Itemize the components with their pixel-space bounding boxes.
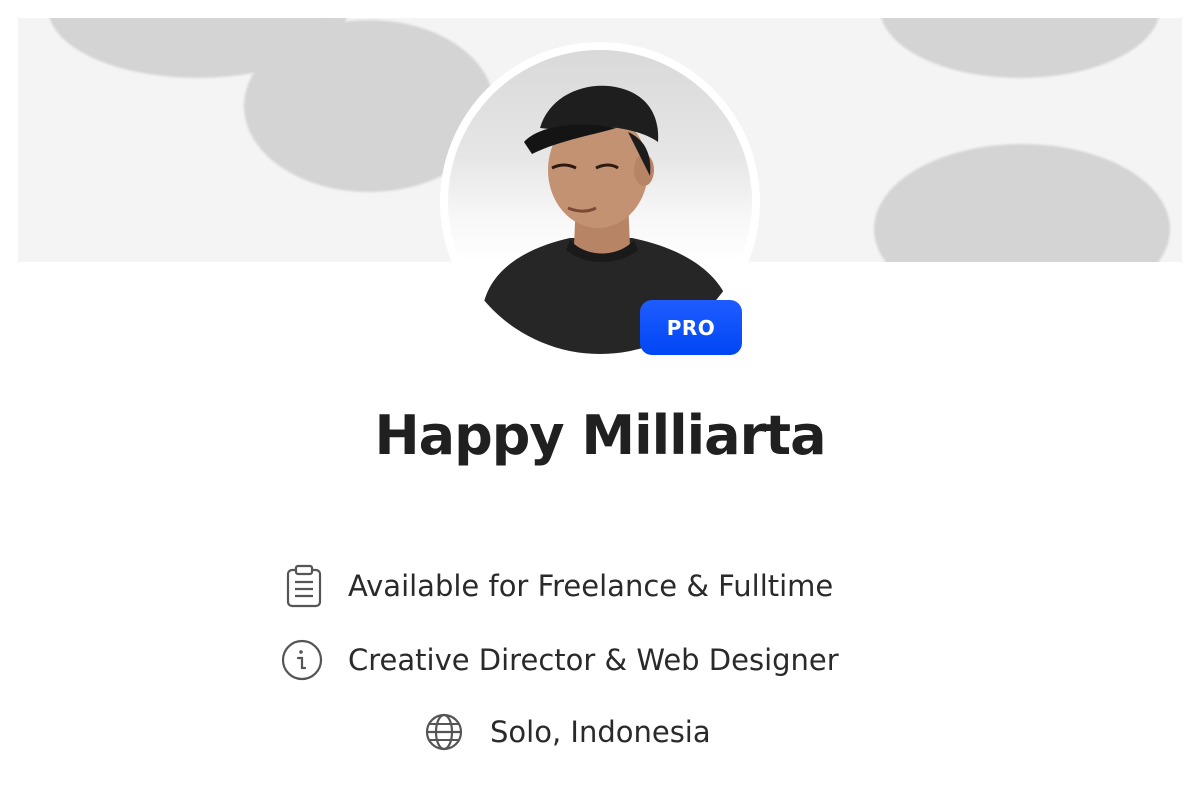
role-text: Creative Director & Web Designer — [348, 643, 839, 677]
location-row: Solo, Indonesia — [422, 710, 711, 754]
profile-name: Happy Milliarta — [374, 404, 826, 467]
cover-decoration — [880, 18, 1160, 78]
availability-row: Available for Freelance & Fulltime — [282, 564, 833, 608]
role-row: Creative Director & Web Designer — [280, 638, 839, 682]
cover-decoration — [874, 144, 1170, 262]
profile-page: PRO Happy Milliarta Available for Freela… — [0, 0, 1200, 800]
availability-text: Available for Freelance & Fulltime — [348, 569, 834, 603]
location-text: Solo, Indonesia — [490, 715, 711, 749]
pro-badge: PRO — [640, 300, 742, 355]
globe-icon — [422, 710, 466, 754]
clipboard-icon — [282, 564, 326, 608]
info-icon — [280, 638, 324, 682]
